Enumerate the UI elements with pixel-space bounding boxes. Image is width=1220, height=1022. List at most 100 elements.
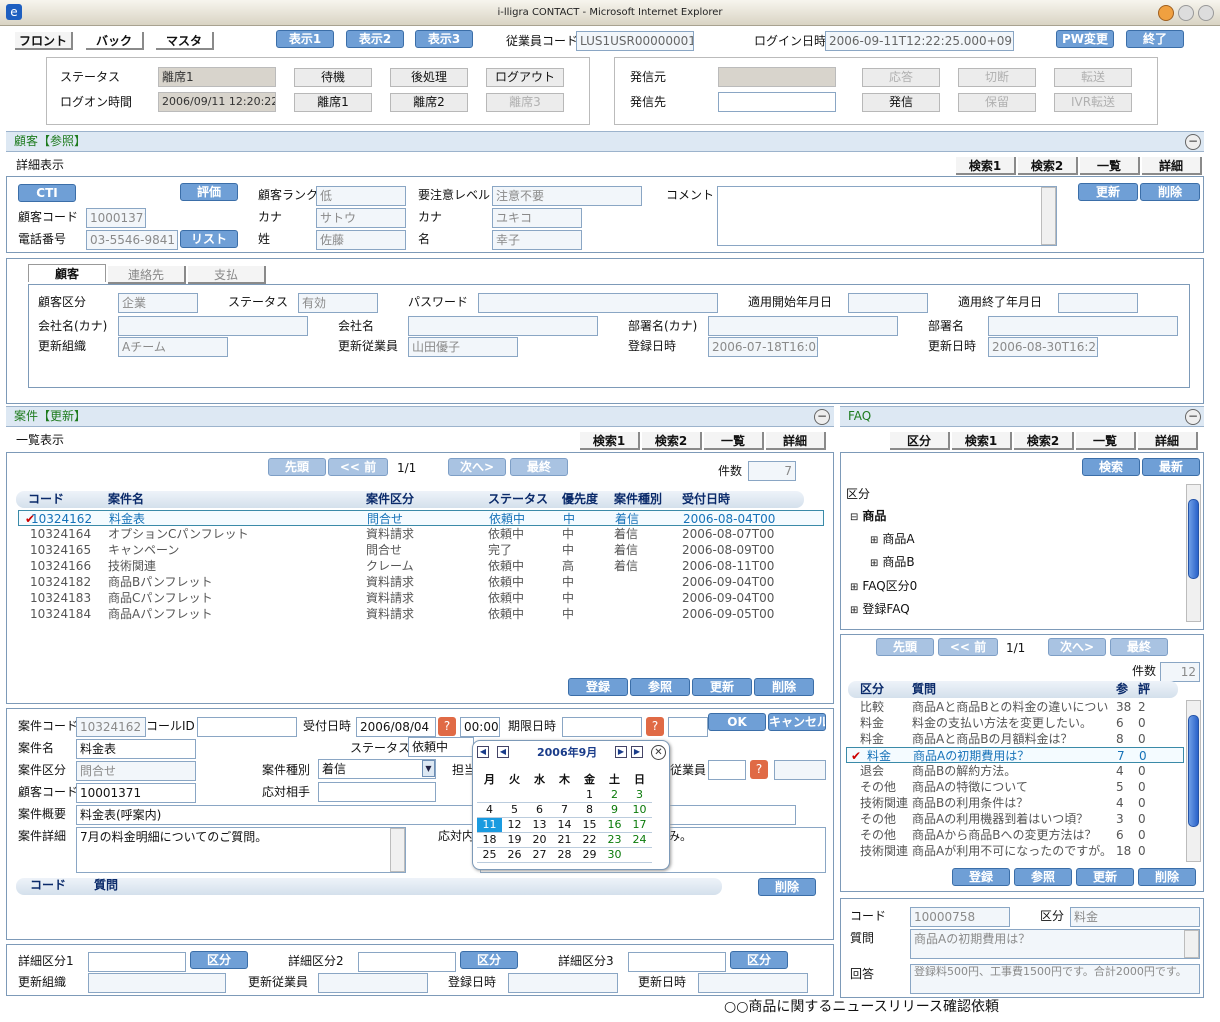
faq-col-header[interactable]: 質問 <box>912 681 936 697</box>
ivr-button[interactable]: IVR転送 <box>1054 93 1132 112</box>
sub1-kubun-button[interactable]: 区分 <box>190 951 248 969</box>
table-row[interactable]: 10324162 料金表 問合せ 依頼中 中 着信 2006-08-04T00:0 ✔ <box>18 510 824 526</box>
cases-col-header[interactable]: 受付日時 <box>682 491 730 507</box>
after-work-button[interactable]: 後処理 <box>390 68 468 87</box>
customer-search2-tab[interactable]: 検索2 <box>1018 157 1078 175</box>
calendar-day[interactable]: 19 <box>502 832 527 848</box>
faq-row[interactable]: 料金 商品Aと商品Bの月額料金は？ 8 0 <box>846 731 1184 747</box>
cases-prev-button[interactable]: << 前 <box>328 458 388 476</box>
tree-item[interactable]: ⊞ 商品A <box>870 531 915 549</box>
collapse-tree-icon[interactable]: ⊟ <box>850 512 858 523</box>
calendar-day[interactable]: 16 <box>602 817 627 833</box>
summary-field[interactable]: 料金表(呼案内) <box>76 805 796 825</box>
emp-search-icon[interactable]: ? <box>750 760 768 779</box>
calendar-day[interactable]: 11 <box>477 817 502 833</box>
calendar-day[interactable]: 29 <box>577 847 602 863</box>
faq-first-button[interactable]: 先頭 <box>876 638 934 656</box>
faq-row[interactable]: 料金 料金の支払い方法を変更したい。 6 0 <box>846 715 1184 731</box>
cases-detail-tab[interactable]: 詳細 <box>766 432 826 450</box>
cases-ref-button[interactable]: 参照 <box>630 678 690 696</box>
faq-prev-button[interactable]: << 前 <box>938 638 998 656</box>
dial-button[interactable]: 発信 <box>862 93 940 112</box>
faq-tree-scrollbar[interactable] <box>1186 484 1201 622</box>
calendar-prev-month-icon[interactable]: ◀ <box>497 746 509 758</box>
cases-last-button[interactable]: 最終 <box>510 458 568 476</box>
due-date-field[interactable] <box>562 717 642 737</box>
calendar-day[interactable]: 23 <box>602 832 627 848</box>
calendar-day[interactable]: 1 <box>577 787 602 803</box>
faq-last-button[interactable]: 最終 <box>1110 638 1168 656</box>
faq-q-scrollbar[interactable] <box>1184 930 1199 958</box>
calendar-day[interactable] <box>627 847 652 863</box>
cust-code-field[interactable]: 10001371 <box>76 783 196 803</box>
calendar-day[interactable]: 24 <box>627 832 652 848</box>
calendar-day[interactable]: 5 <box>502 802 527 818</box>
minimize-icon[interactable] <box>1158 5 1174 21</box>
calendar-day[interactable]: 18 <box>477 832 502 848</box>
faq-row[interactable]: 料金 商品Aの初期費用は？ 7 0 ✔ <box>846 747 1184 763</box>
calendar-day[interactable]: 26 <box>502 847 527 863</box>
faq-collapse-icon[interactable]: − <box>1185 409 1201 425</box>
calendar-day[interactable] <box>502 787 527 803</box>
calendar-day[interactable]: 9 <box>602 802 627 818</box>
tab-back[interactable]: バック <box>86 32 144 50</box>
calendar-next-month-icon[interactable]: ▶ <box>615 746 627 758</box>
cases-list-tab[interactable]: 一覧 <box>704 432 764 450</box>
faq-delete-button[interactable]: 削除 <box>1138 868 1196 886</box>
cases-next-button[interactable]: 次へ> <box>448 458 506 476</box>
faq-update-button[interactable]: 更新 <box>1076 868 1134 886</box>
due-calendar-icon[interactable]: ? <box>646 717 664 736</box>
calendar-day[interactable]: 28 <box>552 847 577 863</box>
case-type-select[interactable]: 着信 <box>318 759 436 779</box>
calendar-day[interactable]: 4 <box>477 802 502 818</box>
faq-row[interactable]: その他 商品Aの利用機器到着はいつ頃？ 3 0 <box>846 811 1184 827</box>
customer-search1-tab[interactable]: 検索1 <box>956 157 1016 175</box>
case-emp-field[interactable] <box>708 760 746 780</box>
pw-change-button[interactable]: PW変更 <box>1056 30 1114 48</box>
answer-button[interactable]: 応答 <box>862 68 940 87</box>
faq-detail-tab[interactable]: 詳細 <box>1138 432 1198 450</box>
disconnect-button[interactable]: 切断 <box>958 68 1036 87</box>
calendar-day[interactable]: 8 <box>577 802 602 818</box>
table-row[interactable]: 10324165 キャンペーン 問合せ 完了 中 着信 2006-08-09T00:0 <box>18 542 824 558</box>
calendar-day[interactable] <box>527 787 552 803</box>
cti-button[interactable]: CTI <box>18 184 76 202</box>
sub2-field[interactable] <box>358 952 456 972</box>
question-delete-button[interactable]: 削除 <box>758 878 816 896</box>
faq-search-button[interactable]: 検索 <box>1082 458 1140 476</box>
calendar-prev-year-icon[interactable]: ◀ <box>477 746 489 758</box>
expand-tree-icon[interactable]: ⊞ <box>850 605 858 616</box>
standby-button[interactable]: 待機 <box>294 68 372 87</box>
recv-date-field[interactable]: 2006/08/04 <box>356 717 436 737</box>
calendar-day[interactable]: 12 <box>502 817 527 833</box>
maximize-icon[interactable] <box>1178 5 1194 21</box>
view3-button[interactable]: 表示3 <box>415 30 473 48</box>
calendar-day[interactable]: 13 <box>527 817 552 833</box>
tab-contact[interactable]: 連絡先 <box>108 266 186 284</box>
faq-search1-tab[interactable]: 検索1 <box>952 432 1012 450</box>
sub1-field[interactable] <box>88 952 186 972</box>
detail-field[interactable]: 7月の料金明細についてのご質問。 <box>76 827 406 873</box>
cases-col-header[interactable]: ステータス <box>488 491 548 507</box>
sub3-kubun-button[interactable]: 区分 <box>730 951 788 969</box>
comment-scrollbar[interactable] <box>1041 187 1056 245</box>
collapse-icon[interactable]: − <box>1185 134 1201 150</box>
table-row[interactable]: 10324184 商品Aパンフレット 資料請求 依頼中 中 2006-09-05T00:0 <box>18 606 824 622</box>
customer-list-tab[interactable]: 一覧 <box>1080 157 1140 175</box>
tree-item[interactable]: ⊞ FAQ区分0 <box>850 578 917 596</box>
faq-row[interactable]: 技術関連 商品Bの利用条件は？ 4 0 <box>846 795 1184 811</box>
faq-row[interactable]: その他 商品Aから商品Bへの変更方法は？ 6 0 <box>846 827 1184 843</box>
faq-search2-tab[interactable]: 検索2 <box>1014 432 1074 450</box>
cancel-button[interactable]: キャンセル <box>768 713 826 731</box>
calendar-day[interactable]: 17 <box>627 817 652 833</box>
due-time-field[interactable] <box>668 717 708 737</box>
tab-customer[interactable]: 顧客 <box>28 264 106 282</box>
expand-tree-icon[interactable]: ⊞ <box>870 535 878 546</box>
cases-delete-button[interactable]: 削除 <box>754 678 814 696</box>
tree-item[interactable]: ⊟ 商品 <box>850 508 886 526</box>
cases-search1-tab[interactable]: 検索1 <box>580 432 640 450</box>
calendar-day[interactable]: 27 <box>527 847 552 863</box>
faq-row[interactable]: 比較 商品Aと商品Bとの料金の違いについ 38 2 <box>846 699 1184 715</box>
away3-button[interactable]: 離席3 <box>486 93 564 112</box>
faq-col-header[interactable]: 区分 <box>860 681 884 697</box>
